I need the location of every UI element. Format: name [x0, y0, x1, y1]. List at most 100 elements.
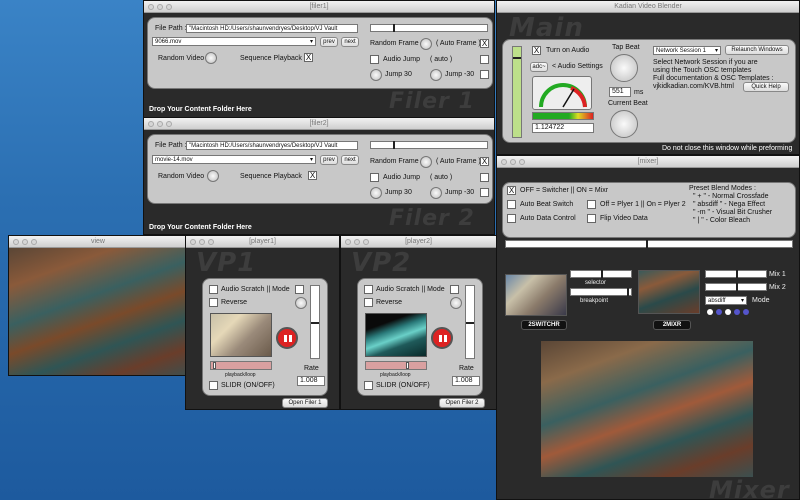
- mixr-preview: [638, 270, 700, 314]
- window-controls[interactable]: [190, 239, 214, 245]
- window-controls[interactable]: [148, 4, 172, 10]
- prev-button[interactable]: prev: [320, 155, 338, 165]
- jump-minus30-knob[interactable]: [430, 187, 442, 199]
- audio-scratch-checkbox[interactable]: [364, 285, 373, 294]
- mixr-button[interactable]: 2MIXR: [653, 320, 691, 330]
- filer2-drop-label[interactable]: Drop Your Content Folder Here: [149, 224, 252, 231]
- pause-icon[interactable]: [431, 327, 453, 349]
- jump30-knob[interactable]: [370, 69, 382, 81]
- jump-minus30-label: Jump -30: [445, 71, 475, 78]
- mix2-label: Mix 2: [769, 284, 786, 291]
- auto-jump-checkbox[interactable]: [480, 55, 489, 64]
- auto-jump-checkbox[interactable]: [480, 173, 489, 182]
- audio-scratch-checkbox[interactable]: [209, 285, 218, 294]
- open-filer2-button[interactable]: Open Filer 2: [439, 398, 485, 408]
- random-video-knob[interactable]: [205, 52, 217, 64]
- turn-on-audio-checkbox[interactable]: X: [532, 46, 541, 55]
- selector-label: selector: [585, 280, 607, 286]
- audio-jump-label: Audio Jump: [383, 56, 420, 63]
- slidr-checkbox[interactable]: [364, 381, 373, 390]
- switchr-button[interactable]: 2SWITCHR: [521, 320, 567, 330]
- off-switcher-checkbox[interactable]: X: [507, 186, 516, 195]
- breakpoint-slider[interactable]: [570, 288, 632, 296]
- filer1-drop-label[interactable]: Drop Your Content Folder Here: [149, 106, 252, 113]
- mixer-titlebar[interactable]: [mixer]: [497, 156, 799, 168]
- crossfade-slider[interactable]: [505, 240, 793, 248]
- jump-minus30-knob[interactable]: [430, 69, 442, 81]
- flip-video-checkbox[interactable]: [587, 214, 596, 223]
- filer1-frame-slider[interactable]: [370, 24, 488, 32]
- rate-slider[interactable]: [310, 285, 320, 359]
- reverse-knob[interactable]: [295, 297, 307, 309]
- adc-button[interactable]: adc~: [530, 62, 548, 72]
- playback-bar[interactable]: [365, 361, 427, 370]
- mode-select[interactable]: absdiff: [705, 296, 747, 305]
- window-controls[interactable]: [345, 239, 369, 245]
- mixer-top-panel: X OFF = Switcher || ON = Mixr Auto Beat …: [502, 182, 796, 238]
- window-controls[interactable]: [13, 239, 37, 245]
- reverse-checkbox[interactable]: [364, 298, 373, 307]
- audio-gain-slider[interactable]: [512, 46, 522, 138]
- audio-jump-checkbox[interactable]: [370, 55, 379, 64]
- filer2-titlebar[interactable]: [filer2]: [144, 118, 494, 130]
- blend-mode-radios[interactable]: [707, 309, 749, 315]
- mixer-watermark: Mixer: [709, 476, 790, 500]
- player-toggle-checkbox[interactable]: [587, 200, 596, 209]
- mode-checkbox[interactable]: [450, 285, 459, 294]
- relaunch-windows-button[interactable]: Relaunch Windows: [725, 45, 789, 55]
- mix1-label: Mix 1: [769, 271, 786, 278]
- file-path-label: File Path :: [155, 142, 187, 149]
- audio-jump-checkbox[interactable]: [370, 173, 379, 182]
- open-filer1-button[interactable]: Open Filer 1: [282, 398, 328, 408]
- movie-select[interactable]: 9066.mov: [152, 37, 316, 46]
- main-titlebar[interactable]: Kadian Video Blender: [497, 1, 799, 13]
- rate-value[interactable]: 1.008: [297, 376, 325, 386]
- rate-value[interactable]: 1.008: [452, 376, 480, 386]
- filer1-titlebar[interactable]: [filer1]: [144, 1, 494, 13]
- auto-beat-switch-checkbox[interactable]: [507, 200, 516, 209]
- window-controls[interactable]: [148, 121, 172, 127]
- random-video-knob[interactable]: [207, 170, 219, 182]
- rate-slider[interactable]: [465, 285, 475, 359]
- player1-titlebar[interactable]: [player1]: [186, 236, 339, 248]
- random-frame-knob[interactable]: [420, 38, 432, 50]
- sequence-playback-checkbox[interactable]: X: [304, 53, 313, 62]
- player2-preview: [365, 313, 427, 357]
- movie-select[interactable]: movie-14.mov: [152, 155, 316, 164]
- slidr-checkbox[interactable]: [209, 381, 218, 390]
- file-path-field[interactable]: "Macintosh HD:/Users/shaunvendryes/Deskt…: [186, 141, 358, 150]
- mix1-slider[interactable]: [705, 270, 767, 278]
- jump-checkbox[interactable]: [480, 188, 489, 197]
- next-button[interactable]: next: [341, 155, 359, 165]
- jump30-knob[interactable]: [370, 187, 382, 199]
- network-session-select[interactable]: Network Session 1: [653, 46, 721, 55]
- random-frame-knob[interactable]: [420, 156, 432, 168]
- ms-field[interactable]: 551: [609, 87, 631, 97]
- reverse-checkbox[interactable]: [209, 298, 218, 307]
- auto-frame-checkbox[interactable]: X: [480, 157, 489, 166]
- selector-slider[interactable]: [570, 270, 632, 278]
- next-button[interactable]: next: [341, 37, 359, 47]
- tap-beat-button[interactable]: [610, 54, 638, 82]
- playback-bar[interactable]: [210, 361, 272, 370]
- window-controls[interactable]: [501, 159, 525, 165]
- auto-label: ( auto ): [430, 174, 453, 181]
- view-titlebar[interactable]: view: [9, 236, 187, 248]
- quick-help-button[interactable]: Quick Help: [743, 82, 789, 92]
- jump-checkbox[interactable]: [480, 70, 489, 79]
- mode-checkbox[interactable]: [295, 285, 304, 294]
- file-path-field[interactable]: "Macintosh HD:/Users/shaunvendryes/Deskt…: [186, 24, 358, 33]
- auto-frame-checkbox[interactable]: X: [480, 39, 489, 48]
- filer1-title: [filer1]: [309, 3, 329, 10]
- sequence-playback-checkbox[interactable]: X: [308, 171, 317, 180]
- level-meter: [532, 76, 592, 110]
- reverse-knob[interactable]: [450, 297, 462, 309]
- prev-button[interactable]: prev: [320, 37, 338, 47]
- pause-icon[interactable]: [276, 327, 298, 349]
- slidr-label: SLIDR (ON/OFF): [221, 382, 275, 389]
- filer2-frame-slider[interactable]: [370, 141, 488, 149]
- mix2-slider[interactable]: [705, 283, 767, 291]
- auto-data-control-checkbox[interactable]: [507, 214, 516, 223]
- player2-titlebar[interactable]: [player2]: [341, 236, 496, 248]
- jump30-label: Jump 30: [385, 71, 412, 78]
